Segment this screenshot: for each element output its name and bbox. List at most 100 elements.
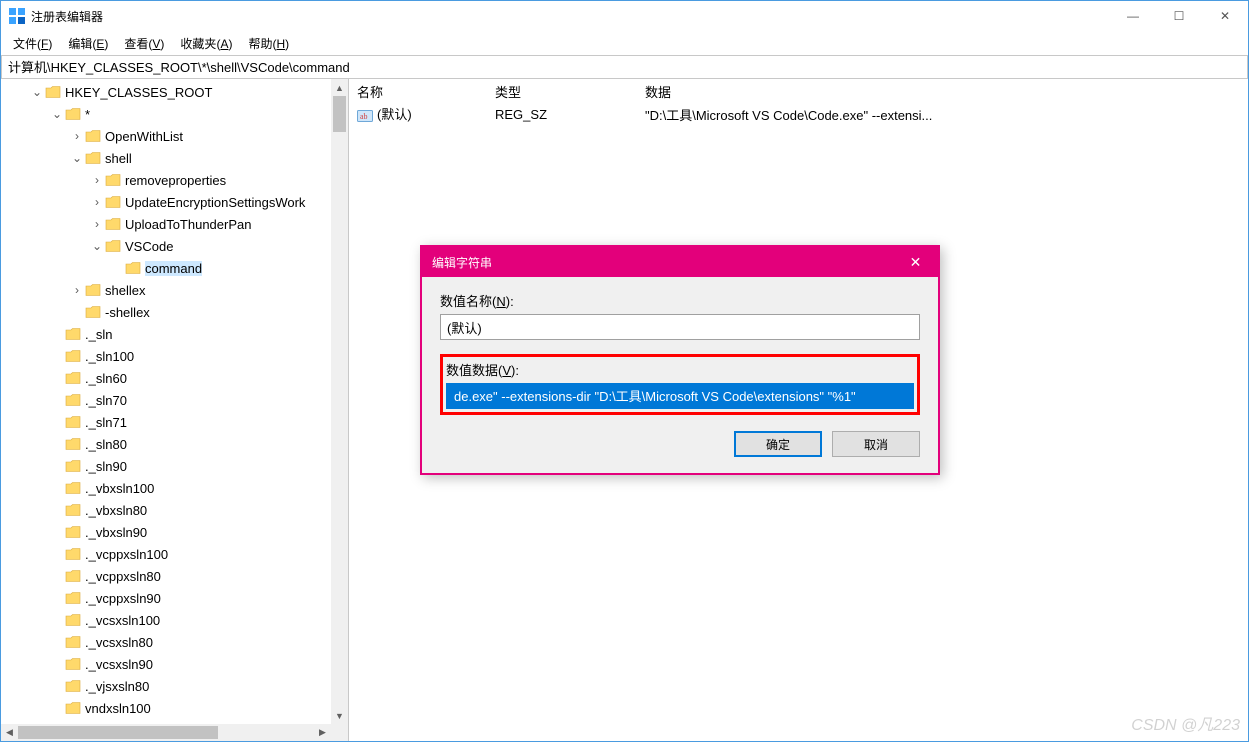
tree-row[interactable]: ._sln71 [1,411,348,433]
chevron-down-icon[interactable]: ⌄ [91,239,103,253]
scroll-thumb-h[interactable] [18,726,218,739]
scroll-thumb[interactable] [333,96,346,132]
tree-row[interactable]: ._sln70 [1,389,348,411]
dialog-buttons: 确定 取消 [440,431,920,457]
folder-icon [65,349,81,363]
string-value-icon: ab [357,108,373,124]
edit-string-dialog: 编辑字符串 ✕ 数值名称(N): (默认) 数值数据(V): de.exe" -… [420,245,940,475]
chevron-right-icon[interactable]: › [71,129,83,143]
cell-name: ab(默认) [349,104,487,124]
tree-row[interactable]: vndxsln100 [1,697,348,719]
chevron-down-icon[interactable]: ⌄ [51,107,63,121]
tree-row[interactable]: ._vbxsln100 [1,477,348,499]
tree-scroll-area[interactable]: ⌄HKEY_CLASSES_ROOT⌄*›OpenWithList⌄shell›… [1,79,348,741]
chevron-right-icon[interactable]: › [91,195,103,209]
cell-type: REG_SZ [487,107,637,122]
tree-row[interactable]: ⌄HKEY_CLASSES_ROOT [1,81,348,103]
tree-label: ._sln71 [85,415,127,430]
tree-row[interactable]: ._sln90 [1,455,348,477]
tree-row[interactable]: ._vcsxsln90 [1,653,348,675]
tree-row[interactable]: ⌄* [1,103,348,125]
tree-row[interactable]: ⌄ VSCode [1,235,348,257]
tree-label: -shellex [105,305,150,320]
address-bar[interactable]: 计算机\HKEY_CLASSES_ROOT\*\shell\VSCode\com… [1,55,1248,79]
tree-row[interactable]: ._vjsxsln80 [1,675,348,697]
dialog-titlebar[interactable]: 编辑字符串 ✕ [422,247,938,277]
menu-favorites[interactable]: 收藏夹(A) [172,33,240,54]
maximize-button[interactable]: ☐ [1156,1,1202,31]
tree-row[interactable]: ._vcsxsln100 [1,609,348,631]
tree-label: ._vcsxsln80 [85,635,153,650]
tree-label: ._vcppxsln100 [85,547,168,562]
menu-view[interactable]: 查看(V) [116,33,172,54]
tree-row[interactable]: ._vcppxsln90 [1,587,348,609]
col-header-data[interactable]: 数据 [637,79,1248,103]
value-name-label: 数值名称(N): [440,291,920,310]
tree-row[interactable]: command [1,257,348,279]
ok-button[interactable]: 确定 [734,431,822,457]
tree-row[interactable]: ⌄ shell [1,147,348,169]
chevron-right-icon[interactable]: › [91,217,103,231]
tree-row[interactable]: ›UpdateEncryptionSettingsWork [1,191,348,213]
tree-row[interactable]: ._sln [1,323,348,345]
tree-label: ._vbxsln80 [85,503,147,518]
scroll-left-arrow-icon[interactable]: ◀ [1,724,18,741]
col-header-type[interactable]: 类型 [487,79,637,103]
tree-row[interactable]: › OpenWithList [1,125,348,147]
tree-row[interactable]: ._sln100 [1,345,348,367]
window-title: 注册表编辑器 [31,8,1110,25]
tree-row[interactable]: ._vbxsln80 [1,499,348,521]
cancel-button[interactable]: 取消 [832,431,920,457]
tree-row[interactable]: -shellex [1,301,348,323]
tree-row[interactable]: ._sln60 [1,367,348,389]
tree-label: VSCode [125,239,173,254]
value-data-field[interactable]: de.exe" --extensions-dir "D:\工具\Microsof… [446,383,914,409]
value-data-label: 数值数据(V): [446,360,914,379]
folder-icon [65,657,81,671]
tree-vertical-scrollbar[interactable]: ▲ ▼ [331,79,348,724]
chevron-right-icon[interactable]: › [71,283,83,297]
col-header-name[interactable]: 名称 [349,79,487,103]
chevron-down-icon[interactable]: ⌄ [71,151,83,165]
folder-icon [105,239,121,253]
close-button[interactable]: ✕ [1202,1,1248,31]
tree-row[interactable]: ›UploadToThunderPan [1,213,348,235]
folder-icon [65,107,81,121]
folder-icon [65,547,81,561]
folder-icon [125,261,141,275]
dialog-close-button[interactable]: ✕ [893,247,938,277]
tree-row[interactable]: ._vbxsln90 [1,521,348,543]
tree-label: ._sln100 [85,349,134,364]
tree-row[interactable]: ›removeproperties [1,169,348,191]
tree-horizontal-scrollbar[interactable]: ◀ ▶ [1,724,348,741]
scroll-right-arrow-icon[interactable]: ▶ [314,724,331,741]
tree-label: command [145,261,202,276]
folder-icon [65,415,81,429]
scroll-down-arrow-icon[interactable]: ▼ [331,707,348,724]
list-row[interactable]: ab(默认)REG_SZ"D:\工具\Microsoft VS Code\Cod… [349,103,1248,125]
tree-label: ._vcppxsln80 [85,569,161,584]
tree-row[interactable]: ›shellex [1,279,348,301]
chevron-right-icon[interactable]: › [91,173,103,187]
tree-row[interactable]: ._vcppxsln100 [1,543,348,565]
menu-help[interactable]: 帮助(H) [240,33,297,54]
chevron-down-icon[interactable]: ⌄ [31,85,43,99]
tree-row[interactable]: ._vcsxsln80 [1,631,348,653]
svg-text:ab: ab [360,112,368,121]
tree-label: OpenWithList [105,129,183,144]
window-controls: — ☐ ✕ [1110,1,1248,31]
folder-icon [65,635,81,649]
dialog-title-text: 编辑字符串 [432,254,893,271]
tree-row[interactable]: ._vcppxsln80 [1,565,348,587]
folder-icon [65,459,81,473]
tree-label: ._vbxsln90 [85,525,147,540]
tree-row[interactable]: ._sln80 [1,433,348,455]
minimize-button[interactable]: — [1110,1,1156,31]
tree-label: shell [105,151,132,166]
menu-file[interactable]: 文件(F) [5,33,60,54]
menu-edit[interactable]: 编辑(E) [60,33,116,54]
scroll-up-arrow-icon[interactable]: ▲ [331,79,348,96]
value-name-field[interactable]: (默认) [440,314,920,340]
folder-icon [85,305,101,319]
tree-label: ._sln70 [85,393,127,408]
